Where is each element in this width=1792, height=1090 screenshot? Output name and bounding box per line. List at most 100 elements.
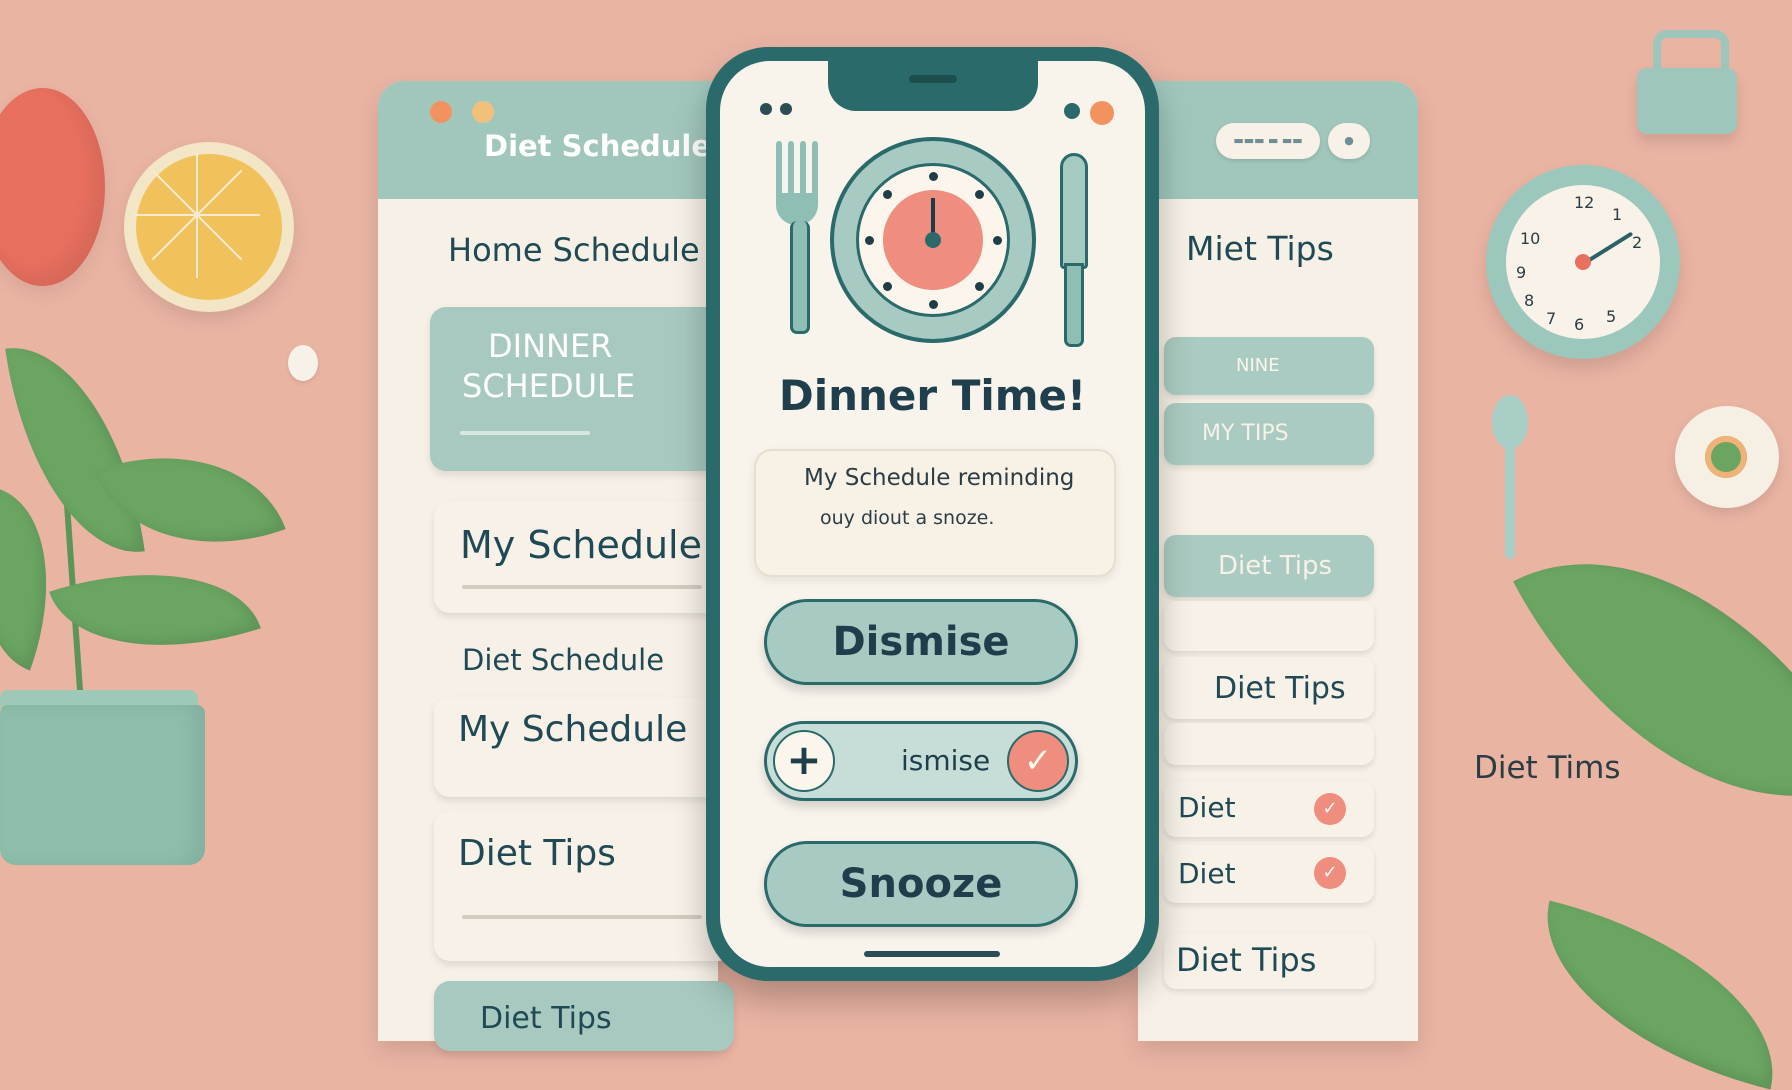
donut-decoration <box>1675 406 1779 508</box>
header-search-pill[interactable]: ▬▬▬ ▬ ▬▬ <box>1216 123 1320 159</box>
toggle-icon[interactable]: ● <box>1328 123 1370 159</box>
nav-dinner-schedule[interactable]: DINNER SCHEDULE <box>430 307 730 471</box>
dinner-schedule-label: SCHEDULE <box>462 367 636 405</box>
left-app-panel: Diet Schedule Home Schedule DINNER SCHED… <box>378 81 734 1051</box>
clock-face <box>856 163 1010 317</box>
right-app-header: ▬▬▬ ▬ ▬▬ ● <box>1138 81 1418 199</box>
message-line-2: ouy diout a snoze. <box>820 507 995 529</box>
clock-number: 6 <box>1574 315 1585 334</box>
clock-plate-icon <box>830 137 1036 343</box>
fork-tine <box>776 141 782 201</box>
diet-tips-label: Diet Tips <box>1176 941 1317 979</box>
right-item-diet-tips-3[interactable]: Diet Tips <box>1164 933 1374 989</box>
placeholder-line <box>462 915 702 919</box>
knife-handle <box>1064 263 1084 347</box>
clock-number: 7 <box>1546 309 1557 328</box>
clock-tick <box>929 300 938 309</box>
clock-center <box>1575 254 1591 270</box>
nav-my-schedule[interactable]: My Schedule <box>434 501 734 613</box>
phone-frame: Dinner Time! My Schedule reminding ouy d… <box>706 47 1159 981</box>
plus-icon[interactable]: + <box>773 730 835 792</box>
right-item-diet-1[interactable]: Diet ✓ <box>1164 781 1374 837</box>
clock-tick <box>993 236 1002 245</box>
clock-number: 2 <box>1632 233 1643 252</box>
clock-number: 9 <box>1516 263 1527 282</box>
check-icon[interactable]: ✓ <box>1007 730 1069 792</box>
placeholder-line <box>460 431 590 435</box>
big-leaf-decoration <box>1518 900 1792 1090</box>
nav-diet-tips-bottom[interactable]: Diet Tips <box>434 981 734 1051</box>
clock-number: 10 <box>1520 229 1541 248</box>
phone-speaker <box>909 75 957 83</box>
right-item-blank[interactable] <box>1164 723 1374 765</box>
clock-tick <box>929 172 938 181</box>
clock-number: 1 <box>1612 205 1623 224</box>
apple-decoration <box>0 88 105 286</box>
dinner-schedule-label: DINNER <box>488 327 613 365</box>
placeholder-line <box>462 585 702 589</box>
diet-label: Diet <box>1178 857 1236 890</box>
clock-tick <box>883 282 892 291</box>
nine-label: NINE <box>1236 355 1280 376</box>
phone-screen: Dinner Time! My Schedule reminding ouy d… <box>720 61 1145 967</box>
window-dot[interactable] <box>472 101 494 123</box>
my-schedule-label: My Schedule <box>458 709 688 750</box>
plant-pot <box>0 705 205 865</box>
fork-tine <box>800 141 806 201</box>
dismiss-toggle[interactable]: + ismise ✓ <box>764 721 1078 801</box>
clock-number: 5 <box>1606 307 1617 326</box>
plant-leaf <box>94 416 286 584</box>
notification-message: My Schedule reminding ouy diout a snoze. <box>754 449 1116 577</box>
left-app-header: Diet Schedule <box>378 81 718 199</box>
right-app-panel: ▬▬▬ ▬ ▬▬ ● Miet Tips NINE MY TIPS Diet T… <box>1138 81 1418 1041</box>
clock-tick <box>975 282 984 291</box>
diet-tips-label: Diet Tips <box>1214 671 1346 706</box>
lock-icon <box>1633 30 1741 134</box>
notification-title: Dinner Time! <box>778 371 1087 420</box>
pebble-decoration <box>288 345 318 381</box>
dismiss-button[interactable]: Dismise <box>764 599 1078 685</box>
lock-body <box>1637 68 1737 134</box>
diet-tips-label: Diet Tips <box>458 833 616 874</box>
diet-tips-label: Diet Tips <box>1218 551 1333 581</box>
snooze-button[interactable]: Snooze <box>764 841 1078 927</box>
lemon-slice-decoration <box>124 142 294 312</box>
window-dot[interactable] <box>430 101 452 123</box>
knife-icon <box>1060 153 1088 349</box>
my-tips-label: MY TIPS <box>1202 421 1289 446</box>
right-item-diet-2[interactable]: Diet ✓ <box>1164 845 1374 903</box>
side-label: Diet Tims <box>1474 750 1621 786</box>
app-title: Diet Schedule <box>484 129 712 163</box>
nav-home-schedule[interactable]: Home Schedule <box>448 231 700 269</box>
home-indicator[interactable] <box>864 951 1000 957</box>
status-dot <box>1090 101 1114 125</box>
right-item-blank[interactable] <box>1164 601 1374 651</box>
right-item-diet-tips-2[interactable]: Diet Tips <box>1164 657 1374 719</box>
wall-clock-icon: 12 1 2 10 8 7 6 5 9 <box>1486 165 1680 359</box>
clock-center <box>925 232 941 248</box>
right-item-diet-tips-1[interactable]: Diet Tips <box>1164 535 1374 597</box>
clock-number: 8 <box>1524 291 1535 310</box>
check-icon[interactable]: ✓ <box>1314 857 1346 889</box>
right-item-nine[interactable]: NINE <box>1164 337 1374 395</box>
spoon-icon <box>1488 395 1534 565</box>
diet-label: Diet <box>1178 791 1236 824</box>
message-line-1: My Schedule reminding <box>804 465 1075 491</box>
nav-diet-tips[interactable]: Diet Tips <box>434 811 734 961</box>
fork-handle <box>790 221 810 334</box>
status-dot <box>1064 103 1080 119</box>
phone-notch <box>828 61 1038 111</box>
fork-tine <box>788 141 794 201</box>
toggle-label: ismise <box>901 744 991 777</box>
right-item-my-tips[interactable]: MY TIPS <box>1164 403 1374 465</box>
check-icon[interactable]: ✓ <box>1314 793 1346 825</box>
spoon-bowl <box>1492 395 1528 449</box>
fork-tine <box>812 141 818 201</box>
nav-diet-schedule[interactable]: Diet Schedule <box>462 643 664 677</box>
right-item-miet-tips[interactable]: Miet Tips <box>1186 229 1334 268</box>
nav-my-schedule-2[interactable]: My Schedule <box>434 697 734 797</box>
diet-tips-label: Diet Tips <box>480 1001 612 1036</box>
clock-tick <box>975 190 984 199</box>
spoon-handle <box>1505 443 1515 559</box>
clock-number: 12 <box>1574 193 1595 212</box>
